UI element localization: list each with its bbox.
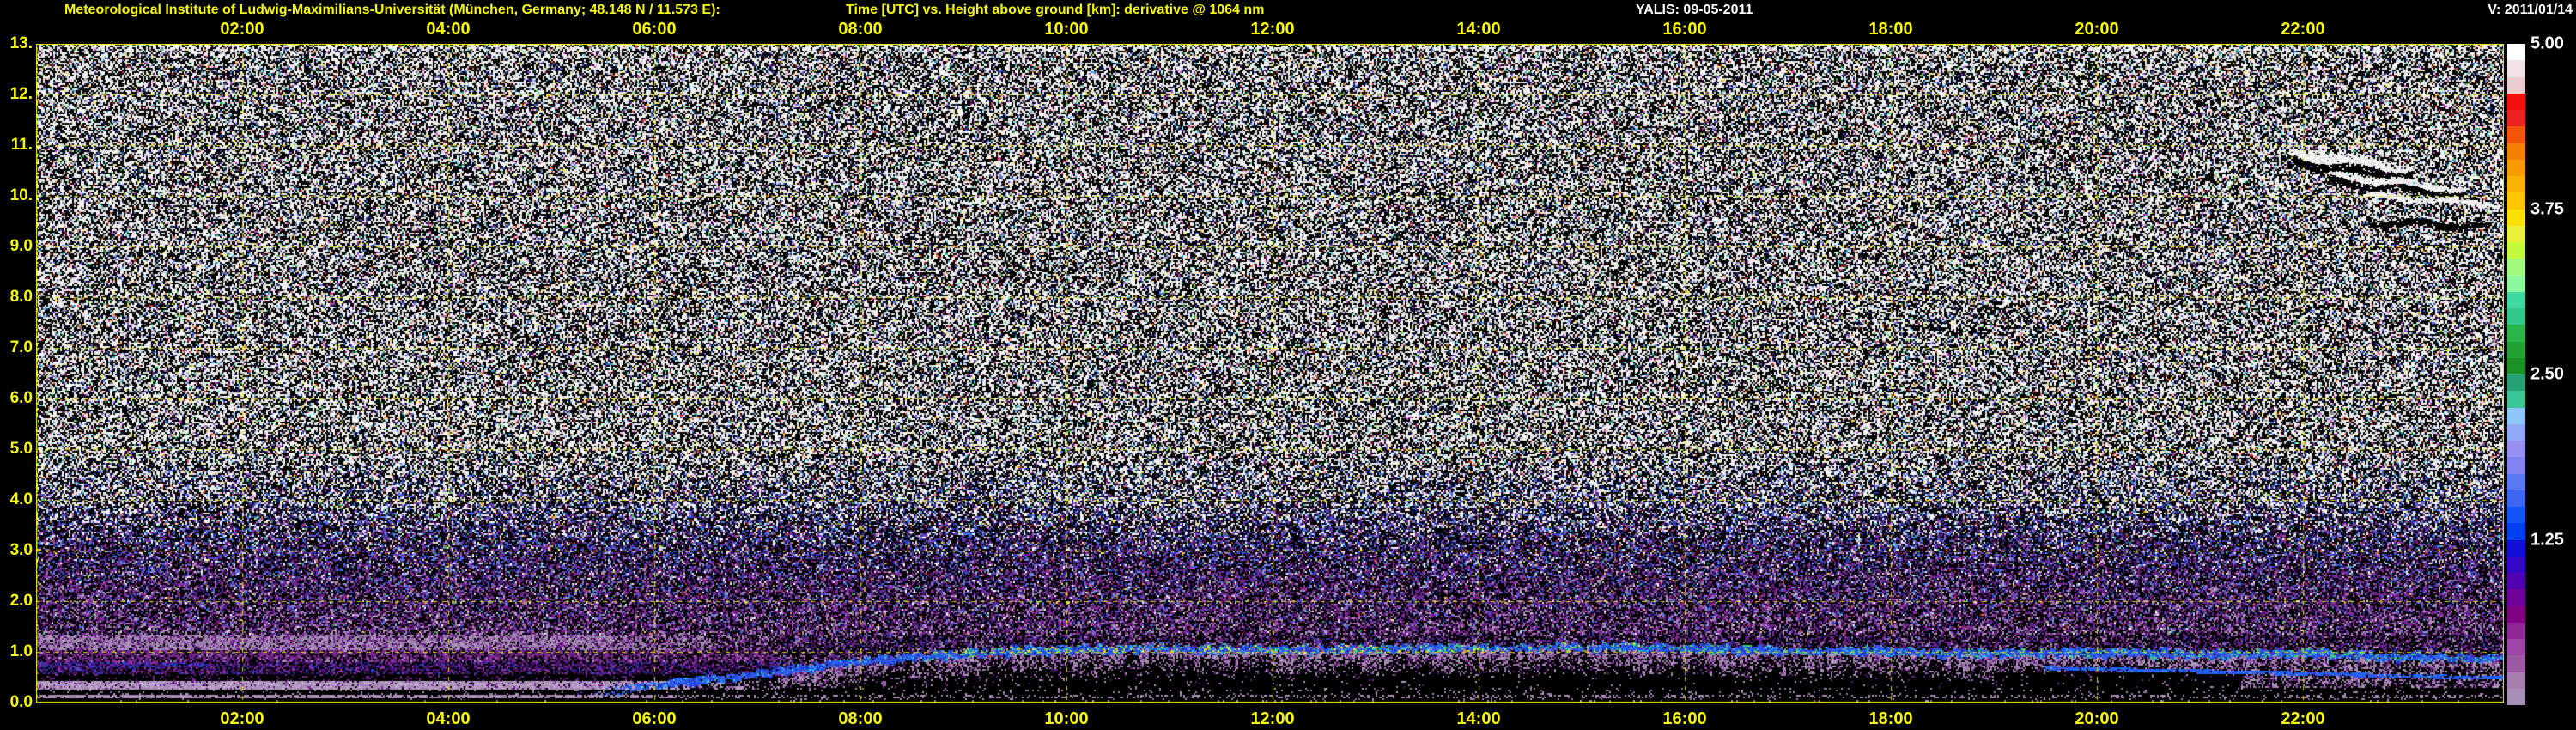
colorbar-block (2507, 556, 2525, 573)
colorbar-block (2507, 242, 2525, 259)
y-tick: 1.0 (9, 642, 33, 660)
version-label: V: 2011/01/14 (2488, 3, 2573, 17)
colorbar-block (2507, 457, 2525, 474)
x-tick-bottom: 22:00 (2281, 709, 2325, 728)
colorbar-block (2507, 589, 2525, 606)
colorbar-block (2507, 143, 2525, 160)
x-tick-top: 16:00 (1662, 20, 1707, 39)
x-tick-bottom: 02:00 (220, 709, 264, 728)
colorbar-block (2507, 374, 2525, 392)
system-date-label: YALIS: 09-05-2011 (1636, 3, 1753, 17)
colorbar-block (2507, 423, 2525, 441)
y-tick: 4.0 (9, 490, 33, 508)
colorbar-tick: 2.50 (2530, 364, 2564, 384)
plot-title: Time [UTC] vs. Height above ground [km]:… (846, 3, 1265, 17)
colorbar-block (2507, 159, 2525, 176)
y-tick: 9.0 (9, 237, 33, 255)
colorbar-block (2507, 176, 2525, 193)
x-tick-top: 20:00 (2075, 20, 2119, 39)
x-tick-bottom: 06:00 (632, 709, 677, 728)
colorbar-block (2507, 357, 2525, 374)
x-tick-bottom: 08:00 (838, 709, 883, 728)
x-tick-top: 12:00 (1250, 20, 1295, 39)
colorbar-block (2507, 688, 2525, 705)
colorbar-block (2507, 523, 2525, 540)
colorbar-block (2507, 275, 2525, 292)
colorbar (2507, 44, 2525, 705)
y-tick: 13. (9, 34, 33, 52)
y-tick: 3.0 (9, 541, 33, 559)
y-tick: 7.0 (9, 338, 33, 356)
colorbar-block (2507, 225, 2525, 242)
colorbar-block (2507, 325, 2525, 342)
x-tick-bottom: 20:00 (2075, 709, 2119, 728)
colorbar-block (2507, 76, 2525, 94)
colorbar-block (2507, 407, 2525, 424)
colorbar-block (2507, 655, 2525, 672)
colorbar-block (2507, 60, 2525, 77)
colorbar-block (2507, 308, 2525, 325)
colorbar-block (2507, 44, 2525, 61)
colorbar-block (2507, 490, 2525, 507)
x-tick-top: 14:00 (1456, 20, 1501, 39)
colorbar-block (2507, 539, 2525, 557)
colorbar-block (2507, 93, 2525, 110)
colorbar-block (2507, 126, 2525, 143)
colorbar-block (2507, 507, 2525, 524)
x-tick-bottom: 12:00 (1250, 709, 1295, 728)
lidar-quicklook-page: Meteorological Institute of Ludwig-Maxim… (0, 0, 2576, 730)
x-tick-bottom: 04:00 (426, 709, 471, 728)
x-tick-top: 04:00 (426, 20, 471, 39)
colorbar-block (2507, 639, 2525, 656)
colorbar-tick: 1.25 (2530, 530, 2564, 549)
heatmap-canvas (36, 44, 2504, 703)
y-tick: 2.0 (9, 592, 33, 610)
x-tick-top: 02:00 (220, 20, 264, 39)
colorbar-block (2507, 441, 2525, 458)
colorbar-block (2507, 209, 2525, 226)
colorbar-tick: 5.00 (2530, 33, 2564, 53)
x-tick-bottom: 18:00 (1868, 709, 1913, 728)
x-tick-top: 10:00 (1044, 20, 1089, 39)
colorbar-tick: 3.75 (2530, 199, 2564, 218)
x-tick-top: 22:00 (2281, 20, 2325, 39)
x-tick-top: 06:00 (632, 20, 677, 39)
colorbar-block (2507, 110, 2525, 127)
x-tick-top: 08:00 (838, 20, 883, 39)
colorbar-block (2507, 391, 2525, 408)
colorbar-block (2507, 473, 2525, 490)
colorbar-block (2507, 259, 2525, 276)
colorbar-block (2507, 672, 2525, 689)
y-tick: 11. (10, 136, 33, 154)
station-title: Meteorological Institute of Ludwig-Maxim… (64, 3, 720, 17)
colorbar-block (2507, 573, 2525, 590)
colorbar-block (2507, 605, 2525, 623)
x-tick-top: 18:00 (1868, 20, 1913, 39)
y-tick: 10. (9, 186, 33, 204)
y-tick: 12. (9, 85, 33, 103)
x-tick-bottom: 10:00 (1044, 709, 1089, 728)
y-tick: 6.0 (9, 389, 33, 407)
x-tick-bottom: 16:00 (1662, 709, 1707, 728)
colorbar-block (2507, 192, 2525, 210)
colorbar-block (2507, 341, 2525, 358)
colorbar-block (2507, 291, 2525, 308)
x-tick-bottom: 14:00 (1456, 709, 1501, 728)
colorbar-block (2507, 622, 2525, 639)
y-tick: 8.0 (9, 288, 33, 306)
y-tick: 5.0 (9, 440, 33, 458)
y-tick: 0.0 (9, 693, 33, 711)
